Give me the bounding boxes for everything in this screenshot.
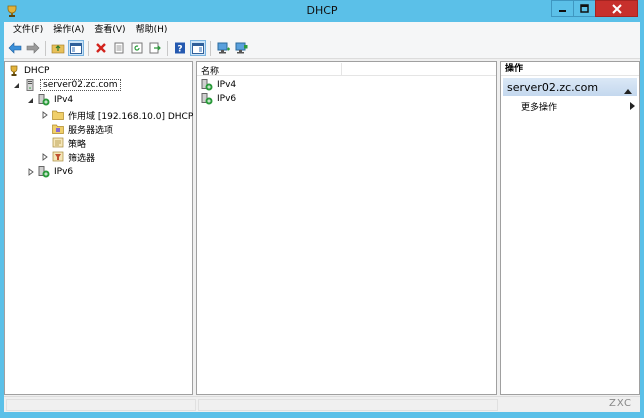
ip-network-icon xyxy=(38,94,50,106)
title-bar[interactable]: DHCP xyxy=(0,0,644,22)
tree-label: IPv6 xyxy=(54,167,74,177)
menu-view[interactable]: 查看(V) xyxy=(89,22,130,38)
refresh-icon[interactable] xyxy=(129,40,145,56)
status-bar: ZXC xyxy=(4,396,640,412)
menu-help[interactable]: 帮助(H) xyxy=(131,22,173,38)
ip-network-icon xyxy=(38,166,50,178)
toolbar-separator xyxy=(88,40,89,56)
filter-icon xyxy=(52,151,64,163)
list-item-label: IPv4 xyxy=(217,80,237,90)
results-list[interactable]: 名称 IPv4 IPv6 xyxy=(196,61,497,395)
actions-pane-title: 操作 xyxy=(501,62,639,76)
tree-label-selected: server02.zc.com xyxy=(40,79,121,91)
tree-label: 筛选器 xyxy=(68,153,96,164)
column-header-name[interactable]: 名称 xyxy=(201,64,219,77)
actions-pane: 操作 server02.zc.com 更多操作 xyxy=(500,61,640,395)
expand-arrow-icon[interactable] xyxy=(40,111,49,120)
list-item[interactable]: IPv6 xyxy=(201,92,236,106)
server-icon xyxy=(24,79,36,91)
collapse-up-icon[interactable] xyxy=(624,84,632,97)
collapse-arrow-icon[interactable] xyxy=(26,96,35,105)
policy-icon xyxy=(52,137,64,149)
back-icon[interactable] xyxy=(7,40,23,56)
minimize-button[interactable] xyxy=(551,0,574,17)
svg-text:?: ? xyxy=(177,45,182,55)
toolbar: ? xyxy=(4,38,640,59)
folder-icon xyxy=(52,109,64,121)
menu-bar: 文件(F) 操作(A) 查看(V) 帮助(H) xyxy=(4,22,640,38)
more-actions-item[interactable]: 更多操作 xyxy=(521,99,635,113)
window-controls xyxy=(551,0,638,17)
server-add-icon[interactable] xyxy=(215,40,231,56)
actions-group-label: server02.zc.com xyxy=(507,80,599,94)
close-button[interactable] xyxy=(595,0,638,17)
submenu-arrow-icon xyxy=(630,102,635,113)
mmc-client-area: 文件(F) 操作(A) 查看(V) 帮助(H) ? DHCP server02.… xyxy=(4,22,640,412)
properties-icon[interactable] xyxy=(111,40,127,56)
list-item[interactable]: IPv4 xyxy=(201,78,236,92)
window-title: DHCP xyxy=(306,4,338,17)
toolbar-separator xyxy=(167,40,168,56)
tree-item-filters[interactable]: 筛选器 xyxy=(40,150,95,164)
watermark-text: ZXC xyxy=(609,398,632,409)
tree-item-dhcp[interactable]: DHCP xyxy=(8,64,49,78)
server-remove-icon[interactable] xyxy=(233,40,249,56)
tree-item-server[interactable]: server02.zc.com xyxy=(12,78,121,92)
collapse-arrow-icon[interactable] xyxy=(12,81,21,90)
tree-item-ipv6[interactable]: IPv6 xyxy=(26,165,73,179)
expand-arrow-icon[interactable] xyxy=(40,153,49,162)
help-icon[interactable]: ? xyxy=(172,40,188,56)
up-folder-icon[interactable] xyxy=(50,40,66,56)
dhcp-trophy-icon xyxy=(8,65,20,77)
tree-label: 作用域 [192.168.10.0] DHCP xyxy=(68,111,194,122)
tree-label: IPv4 xyxy=(54,95,74,105)
console-tree[interactable]: DHCP server02.zc.com IPv4 作用域 [192.168.1… xyxy=(4,61,193,395)
toolbar-separator xyxy=(45,40,46,56)
toolbar-separator xyxy=(210,40,211,56)
ip-network-icon xyxy=(201,93,213,105)
export-icon[interactable] xyxy=(147,40,163,56)
actions-group-header[interactable]: server02.zc.com xyxy=(503,78,637,96)
forward-icon[interactable] xyxy=(25,40,41,56)
ip-network-icon xyxy=(201,79,213,91)
menu-action[interactable]: 操作(A) xyxy=(48,22,89,38)
tree-label: 策略 xyxy=(68,139,87,150)
list-header: 名称 xyxy=(197,62,496,77)
status-cell xyxy=(198,399,498,411)
tree-item-server-options[interactable]: 服务器选项 xyxy=(52,122,113,136)
more-actions-label: 更多操作 xyxy=(521,102,558,113)
column-divider[interactable] xyxy=(341,63,342,75)
status-cell xyxy=(6,399,196,411)
tree-item-scope[interactable]: 作用域 [192.168.10.0] DHCP xyxy=(40,108,193,122)
tree-label: DHCP xyxy=(24,66,50,76)
server-options-icon xyxy=(52,123,64,135)
tree-label: 服务器选项 xyxy=(68,125,114,136)
menu-file[interactable]: 文件(F) xyxy=(8,22,48,38)
console-tree-icon[interactable] xyxy=(68,40,84,56)
tree-item-ipv4[interactable]: IPv4 xyxy=(26,93,73,107)
dhcp-window: DHCP 文件(F) 操作(A) 查看(V) 帮助(H) ? DHCP serv… xyxy=(0,0,644,418)
action-pane-icon[interactable] xyxy=(190,40,206,56)
maximize-button[interactable] xyxy=(573,0,596,17)
delete-icon[interactable] xyxy=(93,40,109,56)
tree-item-policies[interactable]: 策略 xyxy=(52,136,86,150)
expand-arrow-icon[interactable] xyxy=(26,168,35,177)
list-item-label: IPv6 xyxy=(217,94,237,104)
